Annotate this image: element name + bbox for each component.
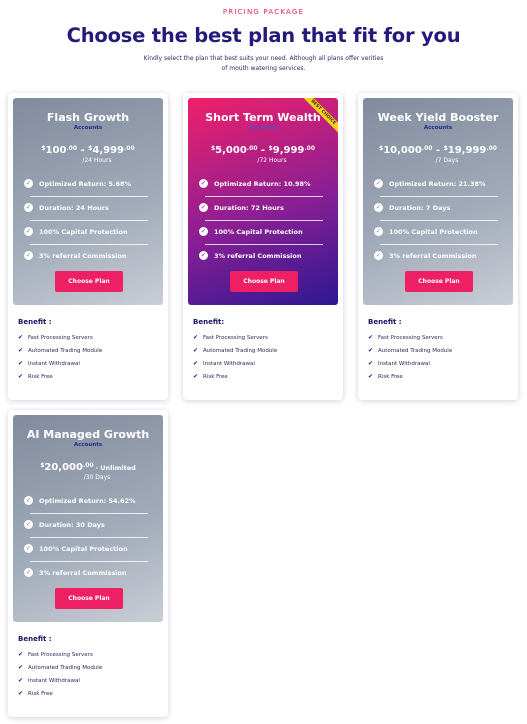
- plan-period: /72 Hours: [257, 157, 287, 164]
- benefit-title: Benefit:: [193, 318, 225, 326]
- check-circle-icon: ✓: [24, 203, 33, 212]
- page-title: Choose the best plan that fit for you: [66, 24, 461, 47]
- plan-subtitle: Accounts: [248, 125, 278, 131]
- check-icon: ✔: [368, 360, 374, 367]
- check-icon: ✔: [193, 373, 199, 380]
- list-item: ✔ Risk Free: [18, 373, 53, 380]
- check-icon: ✔: [18, 360, 24, 367]
- plan-feature: ✓ 100% Capital Protection: [373, 226, 498, 250]
- benefit-list: ✔ Fast Processing Servers ✔ Automated Trad…: [193, 334, 277, 386]
- list-item: ✔ Risk Free: [193, 373, 228, 380]
- plan-name: Flash Growth: [46, 111, 130, 124]
- list-item: ✔ Automated Trading Module: [18, 347, 103, 354]
- plan-subtitle: Accounts: [73, 125, 103, 131]
- choose-plan-button[interactable]: Choose Plan: [405, 271, 473, 292]
- benefit-title: Benefit :: [18, 635, 52, 643]
- plan-feature: ✓ Optimized Return: 10.98%: [198, 178, 323, 202]
- check-icon: ✔: [193, 360, 199, 367]
- choose-plan-button[interactable]: Choose Plan: [55, 588, 123, 609]
- plan-name: Week Yield Booster: [377, 111, 499, 124]
- check-circle-icon: ✓: [24, 544, 33, 553]
- pricing-eyebrow: PRICING PACKAGE: [222, 8, 305, 16]
- plan-price: $10,000.00 - $19,999.00: [379, 145, 497, 156]
- plan-feature: ✓ 100% Capital Protection: [198, 226, 323, 250]
- check-icon: ✔: [193, 334, 199, 341]
- check-circle-icon: ✓: [199, 179, 208, 188]
- plan-card-week-yield-booster: Week Yield Booster Accounts $10,000.00 -…: [358, 93, 518, 400]
- list-item: ✔ Automated Trading Module: [18, 664, 103, 671]
- benefit-title: Benefit :: [368, 318, 402, 326]
- plan-feature: ✓ Duration: 72 Hours: [198, 202, 323, 226]
- plan-feature: ✓ 100% Capital Protection: [23, 543, 148, 567]
- plan-subtitle: Accounts: [423, 125, 453, 131]
- list-item: ✔ Risk Free: [18, 690, 53, 697]
- list-item: ✔ Fast Processing Servers: [18, 334, 93, 341]
- list-item: ✔ Automated Trading Module: [193, 347, 278, 354]
- plan-feature: ✓ 100% Capital Protection: [23, 226, 148, 250]
- plan-feature: ✓ Optimized Return: 54.62%: [23, 495, 148, 519]
- check-circle-icon: ✓: [24, 227, 33, 236]
- check-circle-icon: ✓: [374, 203, 383, 212]
- plan-price: $20,000.00 - Unlimited: [40, 462, 136, 473]
- check-circle-icon: ✓: [199, 251, 208, 260]
- plan-period: /7 Days: [435, 157, 459, 164]
- choose-plan-button[interactable]: Choose Plan: [55, 271, 123, 292]
- list-item: ✔ Instant Withdrawal: [368, 360, 430, 367]
- list-item: ✔ Instant Withdrawal: [18, 360, 80, 367]
- check-icon: ✔: [18, 677, 24, 684]
- plan-panel: AI Managed Growth Accounts $20,000.00 - …: [13, 415, 163, 622]
- plan-card-flash-growth: Flash Growth Accounts $100.00 - $4,999.0…: [8, 93, 168, 400]
- plan-feature: ✓ Duration: 30 Days: [23, 519, 148, 543]
- list-item: ✔ Automated Trading Module: [368, 347, 453, 354]
- benefit-list: ✔ Fast Processing Servers ✔ Automated Trad…: [368, 334, 452, 386]
- page-subtitle: Kindly select the plan that best suits y…: [143, 55, 384, 72]
- check-circle-icon: ✓: [24, 568, 33, 577]
- check-circle-icon: ✓: [24, 179, 33, 188]
- list-item: ✔ Fast Processing Servers: [368, 334, 443, 341]
- check-circle-icon: ✓: [374, 251, 383, 260]
- check-circle-icon: ✓: [24, 251, 33, 260]
- plan-period: /30 Days: [83, 474, 111, 481]
- benefit-list: ✔ Fast Processing Servers ✔ Automated Trad…: [18, 334, 102, 386]
- check-icon: ✔: [18, 690, 24, 697]
- list-item: ✔ Risk Free: [368, 373, 403, 380]
- check-icon: ✔: [368, 373, 374, 380]
- plan-feature: ✓ Optimized Return: 5.68%: [23, 178, 148, 202]
- benefit-title: Benefit :: [18, 318, 52, 326]
- plan-card-ai-managed-growth: AI Managed Growth Accounts $20,000.00 - …: [8, 410, 168, 717]
- plan-period: /24 Hours: [82, 157, 112, 164]
- plan-panel: BEST CHOICE Short Term Wealth Accounts $…: [188, 98, 338, 305]
- check-circle-icon: ✓: [24, 496, 33, 505]
- check-icon: ✔: [368, 334, 374, 341]
- plan-feature: ✓ Duration: 7 Days: [373, 202, 498, 226]
- check-icon: ✔: [368, 347, 374, 354]
- check-circle-icon: ✓: [374, 227, 383, 236]
- plan-name: AI Managed Growth: [26, 428, 150, 441]
- check-circle-icon: ✓: [199, 203, 208, 212]
- check-icon: ✔: [18, 651, 24, 658]
- plan-panel: Week Yield Booster Accounts $10,000.00 -…: [363, 98, 513, 305]
- check-circle-icon: ✓: [24, 520, 33, 529]
- plan-feature: ✓ Duration: 24 Hours: [23, 202, 148, 226]
- list-item: ✔ Fast Processing Servers: [193, 334, 268, 341]
- plan-card-short-term-wealth: BEST CHOICE Short Term Wealth Accounts $…: [183, 93, 343, 400]
- check-circle-icon: ✓: [374, 179, 383, 188]
- list-item: ✔ Instant Withdrawal: [18, 677, 80, 684]
- plan-feature: ✓ Optimized Return: 21.38%: [373, 178, 498, 202]
- check-icon: ✔: [193, 347, 199, 354]
- list-item: ✔ Fast Processing Servers: [18, 651, 93, 658]
- plan-subtitle: Accounts: [73, 442, 103, 448]
- check-icon: ✔: [18, 347, 24, 354]
- benefit-list: ✔ Fast Processing Servers ✔ Automated Trad…: [18, 651, 102, 703]
- plan-name: Short Term Wealth: [205, 111, 321, 124]
- choose-plan-button[interactable]: Choose Plan: [230, 271, 298, 292]
- plan-price: $100.00 - $4,999.00: [41, 145, 135, 156]
- check-circle-icon: ✓: [199, 227, 208, 236]
- list-item: ✔ Instant Withdrawal: [193, 360, 255, 367]
- check-icon: ✔: [18, 664, 24, 671]
- plan-panel: Flash Growth Accounts $100.00 - $4,999.0…: [13, 98, 163, 305]
- check-icon: ✔: [18, 373, 24, 380]
- check-icon: ✔: [18, 334, 24, 341]
- plan-price: $5,000.00 - $9,999.00: [210, 145, 316, 156]
